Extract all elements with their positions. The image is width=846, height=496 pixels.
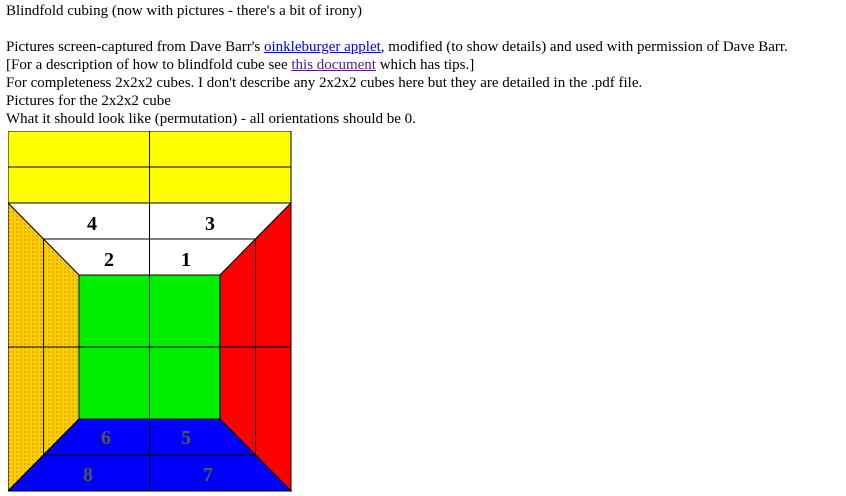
description-line: [For a description of how to blindfold c…: [6, 56, 842, 74]
piece-label-1: 1: [181, 249, 191, 271]
oinkleburger-applet-link[interactable]: oinkleburger applet: [264, 39, 381, 55]
piece-label-2: 2: [104, 249, 114, 271]
piece-label-6: 6: [101, 427, 111, 449]
credit-text-after: , modified (to show details) and used wi…: [380, 39, 788, 55]
piece-label-5: 5: [181, 427, 191, 449]
page-content: Blindfold cubing (now with pictures - th…: [6, 2, 842, 128]
credit-line: Pictures screen-captured from Dave Barr'…: [6, 38, 842, 56]
pictures-heading: Pictures for the 2x2x2 cube: [6, 93, 171, 109]
completeness-line: For completeness 2x2x2 cubes. I don't de…: [6, 75, 643, 91]
piece-label-7: 7: [203, 464, 213, 486]
permutation-caption: What it should look like (permutation) -…: [6, 111, 416, 127]
cube-diagram: 4 3 2 1 6 5 8 7: [8, 131, 292, 492]
description-text-before: [For a description of how to blindfold c…: [6, 57, 292, 73]
this-document-link[interactable]: this document: [291, 57, 376, 73]
page-title: Blindfold cubing (now with pictures - th…: [6, 3, 362, 19]
description-text-after: which has tips.]: [375, 57, 475, 73]
piece-label-8: 8: [83, 464, 93, 486]
credit-text-before: Pictures screen-captured from Dave Barr'…: [6, 39, 265, 55]
piece-label-4: 4: [87, 213, 97, 235]
piece-label-3: 3: [205, 213, 215, 235]
